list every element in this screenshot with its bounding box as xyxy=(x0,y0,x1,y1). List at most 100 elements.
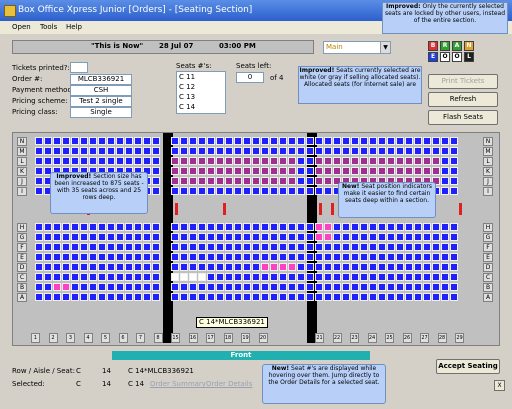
seat[interactable] xyxy=(116,157,124,165)
seat[interactable] xyxy=(125,223,133,231)
seat[interactable] xyxy=(414,253,422,261)
seat[interactable] xyxy=(360,243,368,251)
seat[interactable] xyxy=(270,283,278,291)
seat[interactable] xyxy=(198,223,206,231)
seat[interactable] xyxy=(288,263,296,271)
seat[interactable] xyxy=(143,233,151,241)
seat[interactable] xyxy=(71,263,79,271)
seat[interactable] xyxy=(261,233,269,241)
seat[interactable] xyxy=(315,177,323,185)
seat[interactable] xyxy=(180,243,188,251)
seat[interactable] xyxy=(423,147,431,155)
seat[interactable] xyxy=(297,223,305,231)
seat[interactable] xyxy=(180,187,188,195)
seat[interactable] xyxy=(80,293,88,301)
seat[interactable] xyxy=(315,293,323,301)
seat[interactable] xyxy=(252,223,260,231)
seat[interactable] xyxy=(288,187,296,195)
seat[interactable] xyxy=(180,233,188,241)
seat[interactable] xyxy=(369,223,377,231)
seat[interactable] xyxy=(98,253,106,261)
seat[interactable] xyxy=(171,233,179,241)
seat[interactable] xyxy=(396,253,404,261)
seat[interactable] xyxy=(225,223,233,231)
seat[interactable] xyxy=(279,177,287,185)
seat[interactable] xyxy=(171,293,179,301)
seat[interactable] xyxy=(207,147,215,155)
seat[interactable] xyxy=(315,137,323,145)
seat[interactable] xyxy=(198,283,206,291)
seat[interactable] xyxy=(342,283,350,291)
seat[interactable] xyxy=(125,263,133,271)
seat[interactable] xyxy=(378,157,386,165)
seat[interactable] xyxy=(89,253,97,261)
seat[interactable] xyxy=(180,273,188,281)
seat[interactable] xyxy=(261,283,269,291)
seat[interactable] xyxy=(306,147,314,155)
seat[interactable] xyxy=(450,273,458,281)
seat[interactable] xyxy=(107,243,115,251)
seat[interactable] xyxy=(234,187,242,195)
seat[interactable] xyxy=(378,273,386,281)
seat[interactable] xyxy=(315,243,323,251)
seat[interactable] xyxy=(324,223,332,231)
seat[interactable] xyxy=(369,167,377,175)
seat[interactable] xyxy=(152,283,160,291)
seat[interactable] xyxy=(288,137,296,145)
seat[interactable] xyxy=(288,253,296,261)
seat[interactable] xyxy=(450,253,458,261)
seat[interactable] xyxy=(405,293,413,301)
seat[interactable] xyxy=(152,243,160,251)
seat[interactable] xyxy=(423,283,431,291)
seat[interactable] xyxy=(324,253,332,261)
seat[interactable] xyxy=(405,273,413,281)
list-item[interactable]: C 11 xyxy=(179,73,195,81)
seat[interactable] xyxy=(53,137,61,145)
seat[interactable] xyxy=(180,263,188,271)
seat[interactable] xyxy=(225,253,233,261)
seat[interactable] xyxy=(71,233,79,241)
seat[interactable] xyxy=(143,223,151,231)
seat[interactable] xyxy=(432,253,440,261)
seat[interactable] xyxy=(306,253,314,261)
seat[interactable] xyxy=(297,233,305,241)
seat[interactable] xyxy=(441,293,449,301)
seat[interactable] xyxy=(432,137,440,145)
seat[interactable] xyxy=(44,253,52,261)
seat[interactable] xyxy=(107,157,115,165)
seat[interactable] xyxy=(315,223,323,231)
seat[interactable] xyxy=(297,177,305,185)
seat[interactable] xyxy=(216,253,224,261)
seat[interactable] xyxy=(243,293,251,301)
seat[interactable] xyxy=(189,283,197,291)
seat[interactable] xyxy=(71,157,79,165)
seating-plan[interactable]: NNMMLLKKJJIIHHGGFFEEDDCCBBAA123456789101… xyxy=(12,132,500,346)
seat[interactable] xyxy=(243,263,251,271)
seat[interactable] xyxy=(225,167,233,175)
seat[interactable] xyxy=(53,157,61,165)
seat[interactable] xyxy=(252,233,260,241)
seat[interactable] xyxy=(35,263,43,271)
seat[interactable] xyxy=(414,157,422,165)
seat[interactable] xyxy=(315,273,323,281)
seat[interactable] xyxy=(216,263,224,271)
price-class-button[interactable]: O xyxy=(440,52,450,62)
seat[interactable] xyxy=(360,147,368,155)
seat[interactable] xyxy=(234,177,242,185)
seat[interactable] xyxy=(35,167,43,175)
seat[interactable] xyxy=(116,253,124,261)
seat[interactable] xyxy=(261,187,269,195)
seat[interactable] xyxy=(270,177,278,185)
seat[interactable] xyxy=(423,253,431,261)
seat[interactable] xyxy=(216,177,224,185)
seat[interactable] xyxy=(243,223,251,231)
seat[interactable] xyxy=(216,243,224,251)
seat[interactable] xyxy=(369,263,377,271)
seat[interactable] xyxy=(35,293,43,301)
seat[interactable] xyxy=(387,167,395,175)
seat[interactable] xyxy=(342,167,350,175)
seat[interactable] xyxy=(378,147,386,155)
seat[interactable] xyxy=(306,233,314,241)
list-item[interactable]: C 13 xyxy=(179,93,195,101)
seat[interactable] xyxy=(171,147,179,155)
